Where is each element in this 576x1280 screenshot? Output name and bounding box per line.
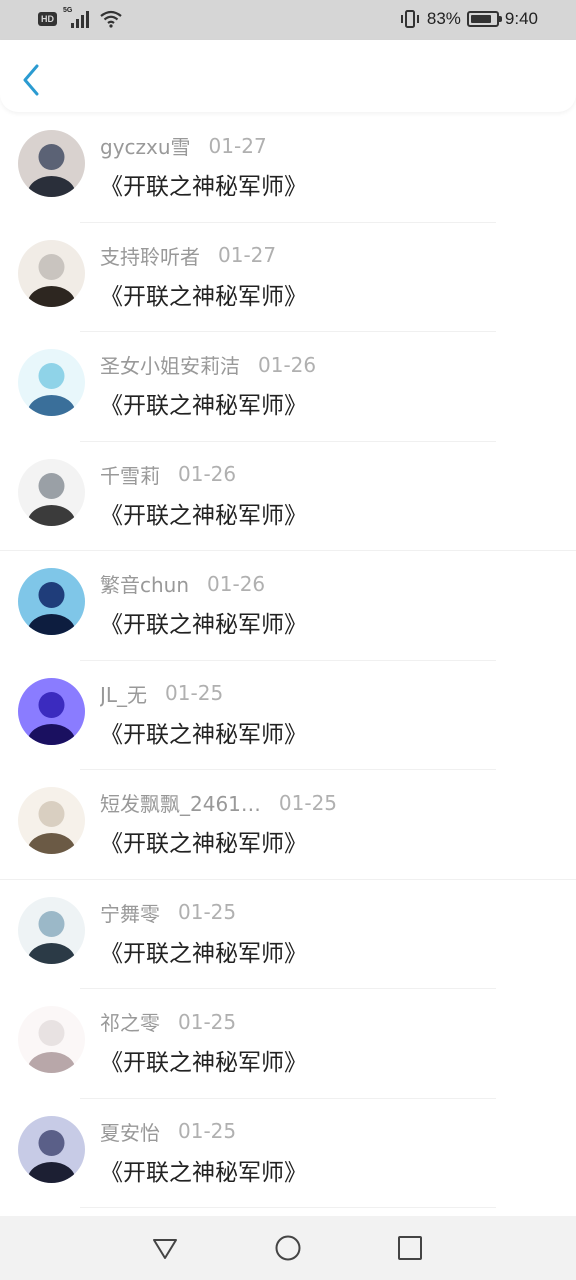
list-item[interactable]: 千雪莉 01-26 《开联之神秘军师》	[0, 442, 576, 551]
list-item[interactable]: 夏安怡 01-25 《开联之神秘军师》	[0, 1099, 576, 1208]
avatar[interactable]	[18, 458, 85, 526]
triangle-back-icon[interactable]	[151, 1234, 179, 1262]
comment-date: 01-25	[178, 1009, 237, 1034]
circle-home-icon[interactable]	[274, 1234, 302, 1262]
avatar[interactable]	[18, 896, 85, 964]
username[interactable]: 祁之零	[100, 1007, 160, 1036]
vibrate-icon	[400, 10, 419, 28]
comment-meta: gyczxu雪 01-27	[100, 131, 267, 160]
username[interactable]: gyczxu雪	[100, 131, 191, 160]
username[interactable]: JL_无	[100, 679, 147, 708]
comment-date: 01-26	[207, 571, 266, 596]
comment-list: gyczxu雪 01-27 《开联之神秘军师》 支持聆听者 01-27 《开联之神秘军师》…	[0, 113, 576, 1215]
comment-text: 《开联之神秘军师》	[100, 831, 307, 857]
battery-percent: 83%	[426, 9, 461, 28]
username[interactable]: 夏安怡	[100, 1117, 160, 1146]
comment-meta: 千雪莉 01-26	[100, 460, 236, 489]
comment-text: 《开联之神秘军师》	[100, 174, 307, 200]
avatar[interactable]	[18, 677, 85, 745]
status-right: 83% 9:40	[399, 9, 538, 29]
signal-icon: 5G	[63, 7, 93, 29]
list-item[interactable]: 祁之零 01-25 《开联之神秘军师》	[0, 989, 576, 1099]
comment-date: 01-25	[178, 900, 237, 924]
clock: 9:40	[504, 9, 538, 28]
username[interactable]: 宁舞零	[100, 898, 160, 927]
username[interactable]: 繁音chun	[100, 569, 189, 598]
comment-date: 01-27	[218, 243, 277, 267]
avatar[interactable]	[18, 1115, 85, 1183]
comment-date: 01-26	[258, 352, 317, 377]
comment-meta: 夏安怡 01-25	[100, 1117, 236, 1146]
comment-date: 01-25	[278, 790, 338, 815]
system-nav-bar	[0, 1216, 576, 1280]
comment-meta: 短发飘飘_2461… 01-25	[100, 788, 337, 817]
list-item[interactable]: 圣女小姐安莉洁 01-26 《开联之神秘军师》	[0, 332, 576, 442]
list-item[interactable]: 支持聆听者 01-27 《开联之神秘军师》	[0, 223, 576, 332]
comment-date: 01-25	[178, 1119, 237, 1143]
avatar[interactable]	[18, 787, 85, 854]
username[interactable]: 千雪莉	[100, 460, 160, 489]
username[interactable]: 圣女小姐安莉洁	[100, 350, 240, 379]
comment-meta: 宁舞零 01-25	[100, 898, 236, 927]
list-item[interactable]: gyczxu雪 01-27 《开联之神秘军师》	[0, 113, 576, 223]
battery-icon	[466, 11, 502, 27]
comment-date: 01-25	[165, 681, 224, 705]
comment-text: 《开联之神秘军师》	[100, 1159, 307, 1186]
comment-date: 01-26	[178, 462, 237, 486]
comment-text: 《开联之神秘军师》	[100, 721, 307, 748]
username[interactable]: 短发飘飘_2461…	[100, 788, 261, 817]
comment-text: 《开联之神秘军师》	[100, 502, 307, 529]
comment-date: 01-27	[208, 133, 267, 158]
nav-header	[0, 40, 576, 112]
wifi-icon	[100, 10, 122, 28]
list-item[interactable]: 短发飘飘_2461… 01-25 《开联之神秘军师》	[0, 770, 576, 880]
comment-text: 《开联之神秘军师》	[100, 283, 307, 310]
list-item[interactable]: JL_无 01-25 《开联之神秘军师》	[0, 661, 576, 770]
comment-text: 《开联之神秘军师》	[100, 1050, 307, 1076]
list-item[interactable]: 繁音chun 01-26 《开联之神秘军师》	[0, 551, 576, 661]
comment-text: 《开联之神秘军师》	[100, 612, 307, 638]
avatar[interactable]	[18, 568, 85, 635]
comment-text: 《开联之神秘军师》	[100, 940, 307, 967]
avatar[interactable]	[18, 349, 85, 416]
status-left: HD 5G	[38, 7, 123, 29]
status-bar: HD 5G 83% 9:40	[0, 0, 576, 40]
avatar[interactable]	[18, 1006, 85, 1073]
comment-text: 《开联之神秘军师》	[100, 393, 307, 419]
chevron-left-icon[interactable]	[14, 60, 50, 96]
square-recents-icon[interactable]	[396, 1234, 424, 1262]
username[interactable]: 支持聆听者	[100, 241, 200, 270]
avatar[interactable]	[18, 130, 85, 197]
comment-meta: 支持聆听者 01-27	[100, 241, 276, 270]
comment-meta: 祁之零 01-25	[100, 1007, 236, 1036]
comment-meta: JL_无 01-25	[100, 679, 223, 708]
comment-meta: 圣女小姐安莉洁 01-26	[100, 350, 316, 379]
divider	[80, 1207, 496, 1208]
hd-icon: HD	[38, 12, 57, 26]
list-item[interactable]: 宁舞零 01-25 《开联之神秘军师》	[0, 880, 576, 989]
avatar[interactable]	[18, 239, 85, 307]
comment-meta: 繁音chun 01-26	[100, 569, 265, 598]
